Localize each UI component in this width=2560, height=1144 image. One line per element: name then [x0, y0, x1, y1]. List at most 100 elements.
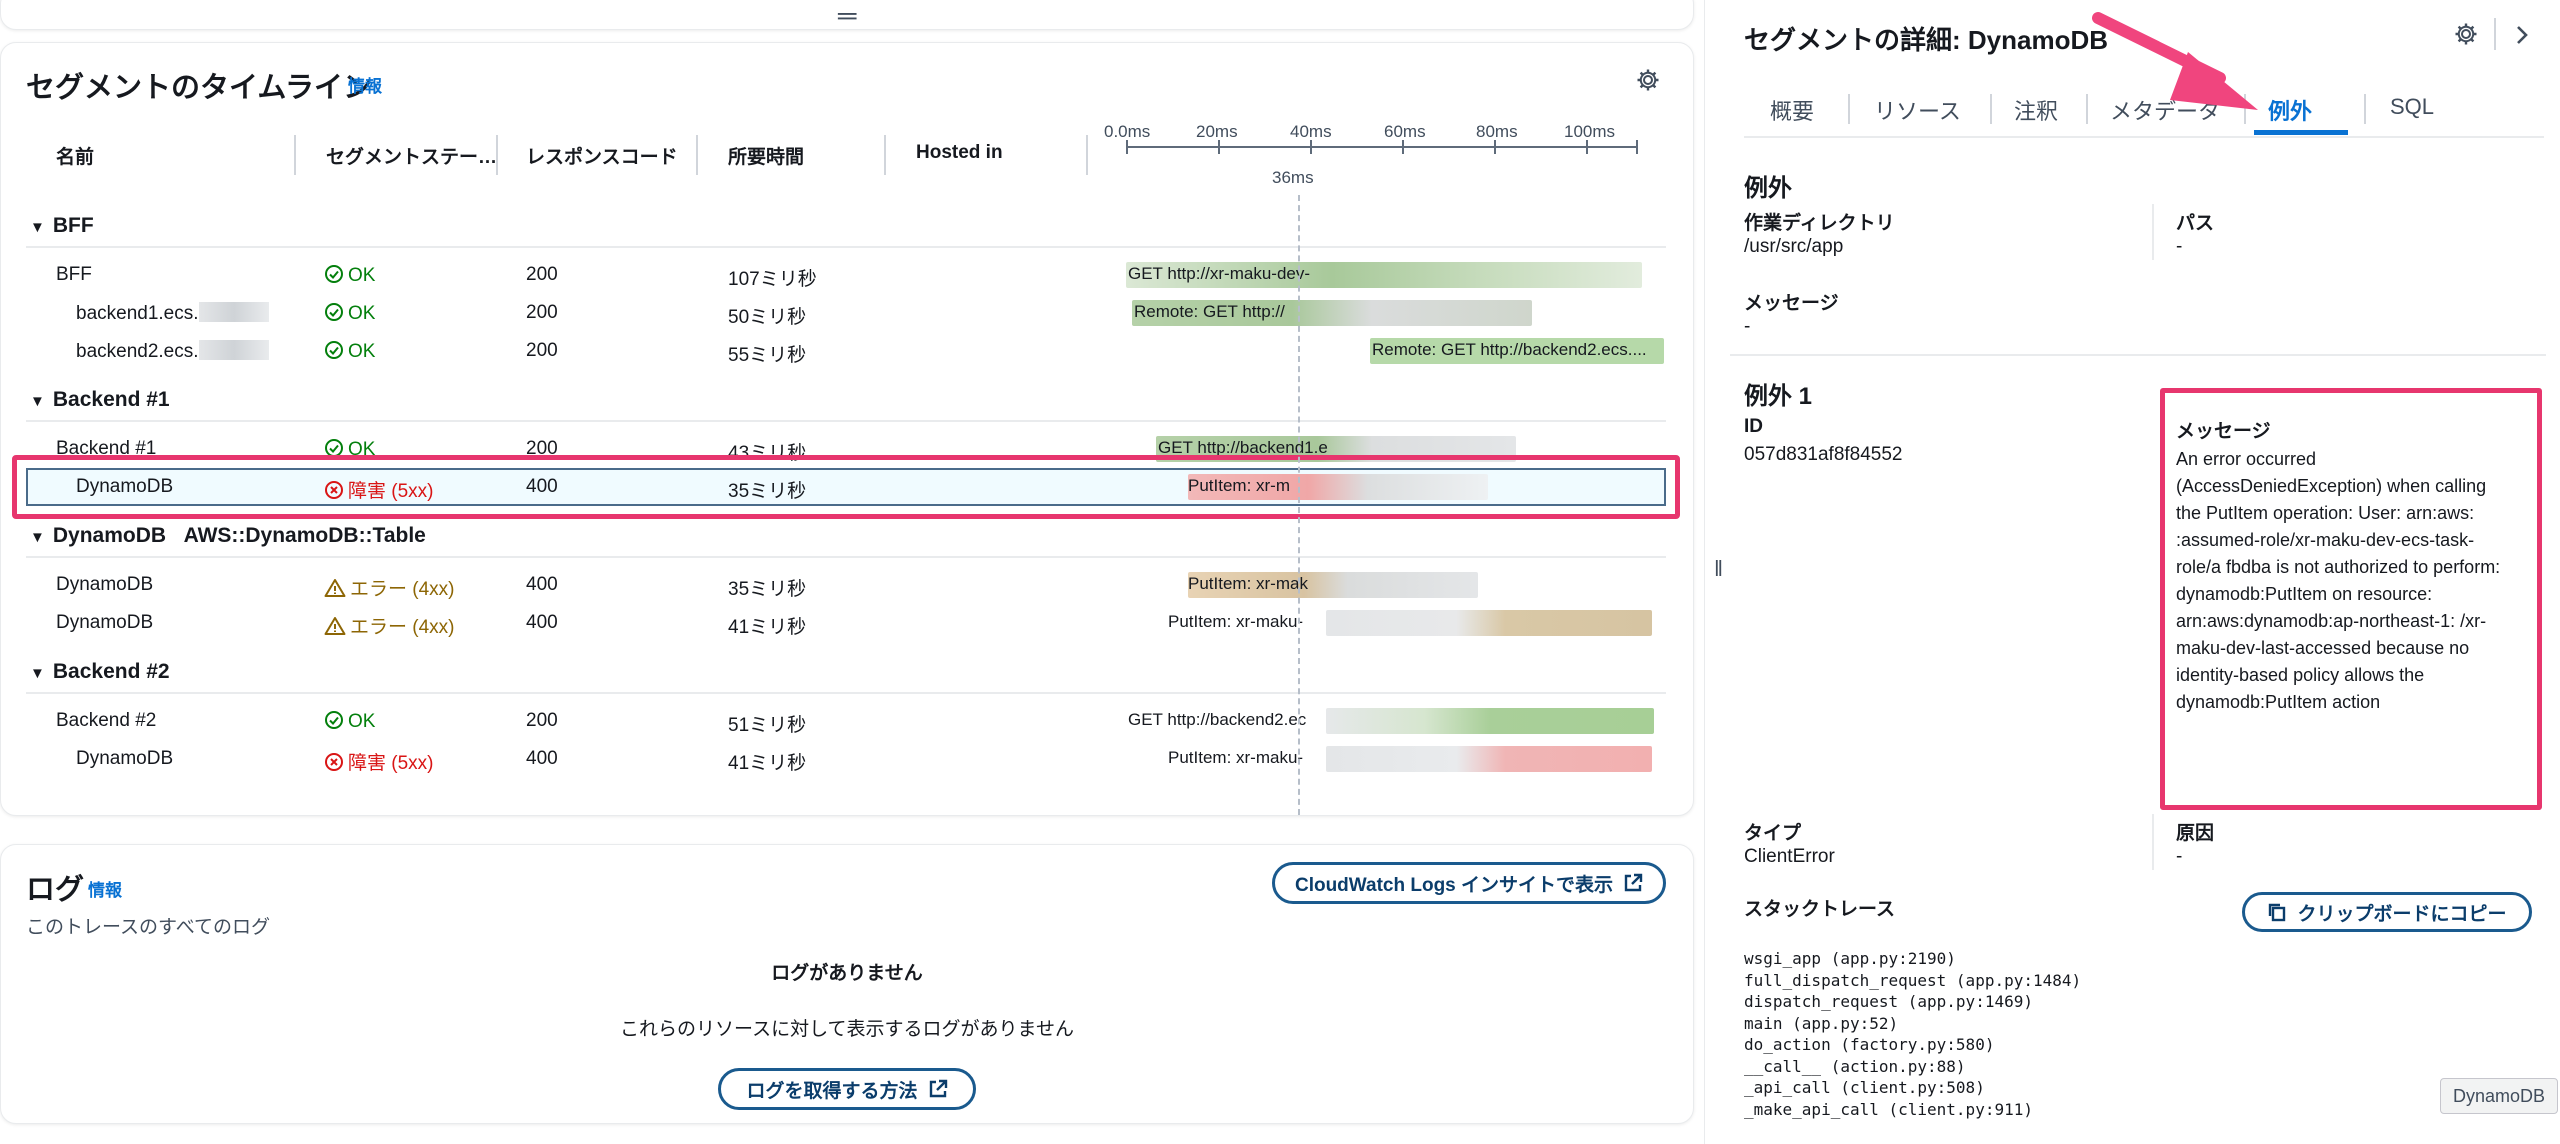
- highlight-box: [12, 455, 1680, 519]
- exception-id-value: 057d831af8f84552: [1744, 444, 1903, 465]
- tick-label: 20ms: [1196, 122, 1238, 141]
- check-circle-icon: [325, 265, 343, 283]
- collapse-triangle-icon[interactable]: ▼: [30, 219, 45, 236]
- check-circle-icon: [325, 711, 343, 729]
- timeline-bar[interactable]: [1326, 610, 1652, 636]
- timeline-column: ═ セグメントのタイムライン 情報 名前 セグメントステー… レスポンスコード …: [0, 0, 1704, 1144]
- how-to-get-logs-button[interactable]: ログを取得する方法: [718, 1068, 976, 1110]
- bar-label: GET http://backend2.ec: [1128, 710, 1307, 729]
- bar-label: PutItem: xr-maku-: [1168, 612, 1304, 631]
- row-status: エラー (4xx): [324, 574, 455, 601]
- timeline-title: セグメントのタイムライン: [26, 72, 372, 104]
- bar-label: PutItem: xr-maku-: [1168, 748, 1304, 767]
- cloudwatch-insights-button[interactable]: CloudWatch Logs インサイトで表示: [1272, 862, 1666, 904]
- row-duration: 55ミリ秒: [728, 345, 807, 366]
- tab-divider: [1848, 94, 1850, 124]
- col-hosted-in[interactable]: Hosted in: [916, 142, 1003, 164]
- group-dynamodb[interactable]: ▼ DynamoDB AWS::DynamoDB::Table: [30, 524, 426, 548]
- col-name[interactable]: 名前: [56, 142, 94, 169]
- empty-logs-title: ログがありません: [771, 963, 923, 984]
- details-tabs: 概要 リソース 注釈 メタデータ 例外 SQL: [1744, 88, 2544, 138]
- logs-info-link[interactable]: 情報: [88, 876, 122, 901]
- table-row[interactable]: backend1.ecs. OK 200 50ミリ秒 Remote: GET h…: [26, 296, 1666, 332]
- group-divider: [26, 556, 1666, 558]
- highlight-box: [2160, 388, 2542, 810]
- column-divider: [2152, 204, 2154, 260]
- row-status: 障害 (5xx): [324, 748, 434, 775]
- axis-tick: [1126, 140, 1128, 154]
- timeline-bar[interactable]: [1326, 708, 1654, 734]
- group-backend-2[interactable]: ▼ Backend #2: [30, 660, 170, 684]
- col-divider[interactable]: [496, 135, 498, 175]
- drag-handle-icon[interactable]: ═: [838, 2, 856, 28]
- col-divider[interactable]: [294, 135, 296, 175]
- bar-label: Remote: GET http://backend2.ecs....: [1372, 340, 1647, 359]
- timeline-bar[interactable]: [1326, 746, 1652, 772]
- table-row[interactable]: backend2.ecs. OK 200 55ミリ秒 Remote: GET h…: [26, 334, 1666, 370]
- cause-label: 原因: [2176, 823, 2215, 844]
- tick-label: 60ms: [1384, 122, 1426, 141]
- active-tab-indicator: [2254, 130, 2348, 135]
- stack-trace-label: スタックトレース: [1744, 899, 1896, 920]
- tab-resources[interactable]: リソース: [1874, 94, 1961, 126]
- path-label: パス: [2176, 213, 2215, 234]
- table-row[interactable]: Backend #2 OK 200 51ミリ秒 GET http://backe…: [26, 704, 1666, 740]
- header-divider: [2494, 18, 2496, 50]
- timeline-axis: [1126, 146, 1638, 148]
- row-name: Backend #2: [56, 710, 157, 731]
- exception-1-heading: 例外 1: [1744, 383, 1813, 410]
- table-row[interactable]: BFF OK 200 107ミリ秒 GET http://xr-maku-dev…: [26, 258, 1666, 294]
- tab-sql[interactable]: SQL: [2390, 94, 2434, 120]
- axis-tick: [1494, 140, 1496, 154]
- message-label: メッセージ: [1744, 293, 1839, 314]
- row-code: 200: [526, 302, 558, 323]
- col-response-code[interactable]: レスポンスコード: [526, 142, 678, 169]
- gear-icon[interactable]: [1636, 68, 1660, 92]
- workdir-label: 作業ディレクトリ: [1744, 213, 1895, 234]
- collapse-triangle-icon[interactable]: ▼: [30, 529, 45, 546]
- segment-timeline-panel: [0, 42, 1694, 816]
- col-divider[interactable]: [696, 135, 698, 175]
- tab-exceptions[interactable]: 例外: [2268, 94, 2312, 126]
- tab-overview[interactable]: 概要: [1770, 94, 1814, 126]
- stack-trace: wsgi_app (app.py:2190) full_dispatch_req…: [1744, 949, 2082, 1119]
- row-name: DynamoDB: [56, 574, 154, 595]
- cause-value: -: [2176, 846, 2183, 867]
- col-status[interactable]: セグメントステー…: [326, 142, 497, 169]
- row-status: OK: [324, 302, 375, 325]
- tick-label: 0.0ms: [1104, 122, 1151, 141]
- collapse-triangle-icon[interactable]: ▼: [30, 665, 45, 682]
- check-circle-icon: [325, 303, 343, 321]
- row-duration: 35ミリ秒: [728, 579, 807, 600]
- row-code: 200: [526, 710, 558, 731]
- table-row[interactable]: DynamoDB エラー (4xx) 400 35ミリ秒 PutItem: xr…: [26, 568, 1666, 604]
- copy-to-clipboard-button[interactable]: クリップボードにコピー: [2242, 892, 2532, 932]
- col-divider[interactable]: [884, 135, 886, 175]
- tab-metadata[interactable]: メタデータ: [2110, 94, 2220, 126]
- x-circle-icon: [325, 753, 343, 771]
- button-label: ログを取得する方法: [746, 1080, 918, 1102]
- gear-icon[interactable]: [2454, 22, 2478, 46]
- message-value: -: [1744, 316, 1751, 337]
- col-divider[interactable]: [1086, 135, 1088, 175]
- group-backend-1[interactable]: ▼ Backend #1: [30, 388, 170, 412]
- resize-handle-icon[interactable]: ‖: [1714, 556, 1723, 582]
- button-label: CloudWatch Logs インサイトで表示: [1294, 874, 1614, 896]
- row-status: OK: [324, 264, 375, 287]
- timeline-info-link[interactable]: 情報: [348, 72, 382, 97]
- group-bff[interactable]: ▼ BFF: [30, 214, 94, 238]
- chevron-right-icon[interactable]: [2514, 24, 2530, 46]
- tick-label: 100ms: [1564, 122, 1616, 141]
- empty-logs-body: これらのリソースに対して表示するログがありません: [620, 1019, 1074, 1040]
- table-row[interactable]: DynamoDB エラー (4xx) 400 41ミリ秒 PutItem: xr…: [26, 606, 1666, 642]
- row-code: 200: [526, 264, 558, 285]
- column-divider: [2152, 814, 2154, 870]
- row-duration: 107ミリ秒: [728, 269, 817, 290]
- warning-icon: [324, 617, 346, 635]
- collapse-triangle-icon[interactable]: ▼: [30, 393, 45, 410]
- table-row[interactable]: DynamoDB 障害 (5xx) 400 41ミリ秒 PutItem: xr-…: [26, 742, 1666, 778]
- workdir-value: /usr/src/app: [1744, 236, 1844, 257]
- col-duration[interactable]: 所要時間: [728, 142, 804, 169]
- exception-id-label: ID: [1744, 416, 1763, 437]
- tab-annotations[interactable]: 注釈: [2014, 94, 2058, 126]
